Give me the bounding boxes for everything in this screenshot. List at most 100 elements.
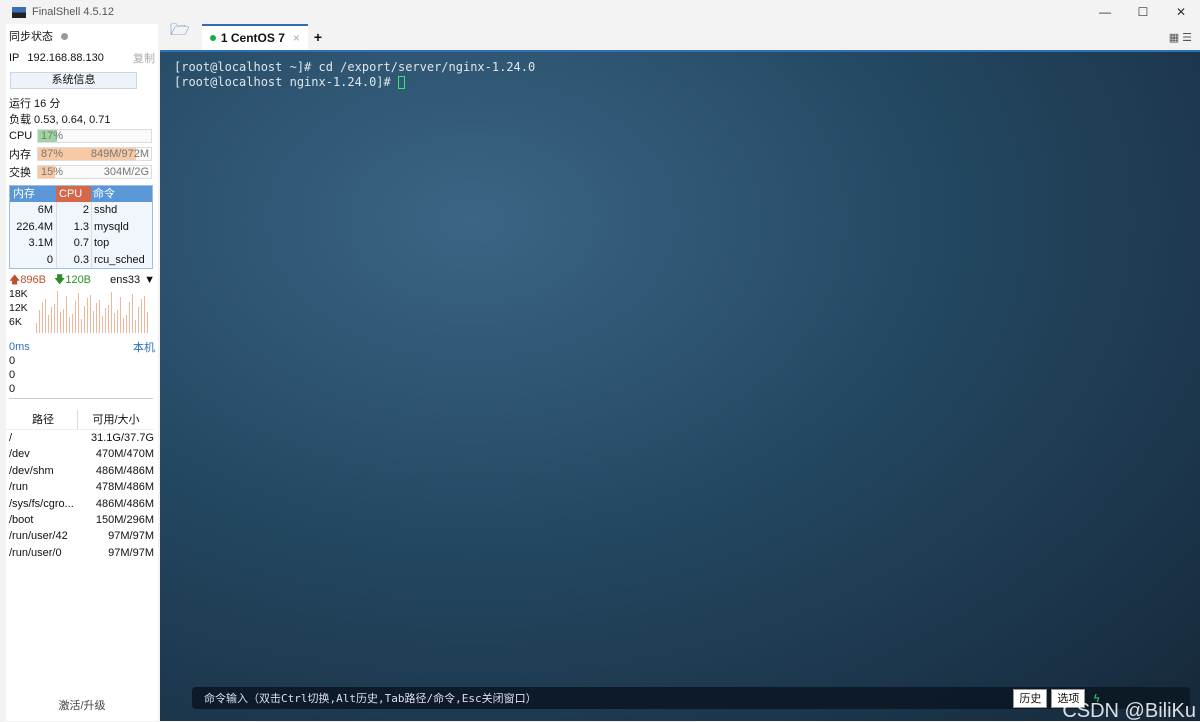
net-bar xyxy=(45,299,46,333)
layout-grid-icon[interactable]: ▦ ☰ xyxy=(1169,31,1192,44)
disk-size: 31.1G/37.7G xyxy=(91,432,154,444)
swap-bar: 15% 304M/2G xyxy=(37,165,152,179)
disk-row[interactable]: /dev 470M/470M xyxy=(6,446,154,462)
disk-path: /dev xyxy=(9,448,30,461)
interface-select[interactable]: ens33 xyxy=(110,274,140,286)
disk-path: / xyxy=(9,432,13,444)
net-bar xyxy=(135,320,136,333)
net-bar xyxy=(96,303,97,333)
download-icon: 🡇 xyxy=(54,273,66,286)
download-rate: 120B xyxy=(65,274,92,286)
maximize-button[interactable]: ☐ xyxy=(1124,5,1162,19)
copy-ip-button[interactable]: 复制 xyxy=(133,50,155,66)
net-bar xyxy=(90,295,91,333)
net-bar xyxy=(117,310,118,333)
process-row[interactable]: 0 0.3 rcu_sched xyxy=(10,251,152,268)
ping-value: 0 xyxy=(9,383,16,395)
memory-bar: 87% 849M/972M xyxy=(37,147,152,161)
swap-label: 交换 xyxy=(9,167,31,179)
terminal[interactable]: [root@localhost ~]# cd /export/server/ng… xyxy=(160,52,1200,721)
ping-value: 0 xyxy=(9,355,16,367)
tab-centos-7[interactable]: 1 CentOS 7 × xyxy=(201,24,308,50)
cpu-bar: 17% xyxy=(37,129,152,143)
app-icon xyxy=(12,6,26,18)
disk-size: 486M/486M xyxy=(95,497,154,510)
net-bar xyxy=(57,291,58,333)
net-bar xyxy=(42,302,43,333)
net-bar xyxy=(39,310,40,333)
net-bar xyxy=(108,305,109,333)
process-row[interactable]: 6M 2 sshd xyxy=(10,202,152,219)
disk-row[interactable]: /run/user/42 97M/97M xyxy=(6,528,154,544)
disk-row[interactable]: /run/user/0 97M/97M xyxy=(6,545,154,561)
col-cpu[interactable]: CPU xyxy=(56,186,91,202)
col-command[interactable]: 命令 xyxy=(91,186,152,202)
net-bar xyxy=(48,315,49,333)
net-bar xyxy=(120,297,121,333)
activate-upgrade-link[interactable]: 激活/升级 xyxy=(6,697,158,713)
disk-size: 97M/97M xyxy=(108,546,154,559)
net-bar xyxy=(78,293,79,333)
net-tick: 18K xyxy=(9,288,28,300)
cpu-percent: 17% xyxy=(41,130,64,142)
net-bar xyxy=(84,306,85,333)
net-bar xyxy=(51,307,52,333)
disk-row[interactable]: / 31.1G/37.7G xyxy=(6,430,154,446)
memory-percent: 87% xyxy=(41,148,64,160)
ip-address: 192.168.88.130 xyxy=(27,52,104,64)
folder-icon[interactable]: 🗁 xyxy=(170,19,190,46)
tab-close-icon[interactable]: × xyxy=(293,31,300,45)
process-row[interactable]: 3.1M 0.7 top xyxy=(10,235,152,252)
net-bar xyxy=(126,315,127,333)
net-bar xyxy=(69,317,70,333)
net-bar xyxy=(93,311,94,333)
process-cpu: 2 xyxy=(56,202,91,219)
connected-dot-icon xyxy=(209,35,216,41)
net-bar xyxy=(102,316,103,333)
process-cpu: 0.7 xyxy=(56,235,91,252)
net-bar xyxy=(60,312,61,333)
disk-row[interactable]: /run 478M/486M xyxy=(6,479,154,495)
disk-size: 150M/296M xyxy=(95,513,154,526)
swap-value: 304M/2G xyxy=(103,166,149,178)
net-bar xyxy=(66,296,67,333)
terminal-line: [root@localhost ~]# cd /export/server/ng… xyxy=(174,60,536,74)
net-bar xyxy=(132,294,133,333)
ping-host[interactable]: 本机 xyxy=(133,339,155,355)
disk-row[interactable]: /boot 150M/296M xyxy=(6,512,154,528)
disk-row[interactable]: /sys/fs/cgro... 486M/486M xyxy=(6,496,154,512)
process-command: top xyxy=(91,235,152,252)
memory-value: 849M/972M xyxy=(90,148,149,160)
col-memory[interactable]: 内存 xyxy=(10,186,56,202)
command-input-bar[interactable]: 命令输入（双击Ctrl切换,Alt历史,Tab路径/命令,Esc关闭窗口） 历史… xyxy=(192,687,1190,709)
net-bar xyxy=(138,307,139,333)
memory-label: 内存 xyxy=(9,149,31,161)
window-title: FinalShell 4.5.12 xyxy=(32,6,114,18)
upload-rate: 896B xyxy=(20,274,47,286)
disk-path: /sys/fs/cgro... xyxy=(9,497,74,510)
col-path[interactable]: 路径 xyxy=(6,410,78,429)
net-bar xyxy=(81,319,82,333)
chevron-down-icon[interactable]: ▼ xyxy=(144,274,155,286)
history-button[interactable]: 历史 xyxy=(1013,688,1048,708)
terminal-cursor xyxy=(397,76,405,89)
network-chart xyxy=(36,291,148,333)
disk-row[interactable]: /dev/shm 486M/486M xyxy=(6,463,154,479)
process-memory: 3.1M xyxy=(28,237,53,249)
add-tab-button[interactable]: + xyxy=(314,29,322,45)
process-row[interactable]: 226.4M 1.3 mysqld xyxy=(10,218,152,235)
disk-table: 路径 可用/大小 / 31.1G/37.7G/dev 470M/470M/dev/sh… xyxy=(6,410,154,561)
col-size[interactable]: 可用/大小 xyxy=(78,410,154,429)
process-cpu: 0.3 xyxy=(56,251,91,268)
net-bar xyxy=(141,299,142,333)
process-cpu: 1.3 xyxy=(56,218,91,235)
process-command: rcu_sched xyxy=(91,251,152,268)
watermark: CSDN @BiliKu xyxy=(1062,700,1196,722)
disk-size: 486M/486M xyxy=(95,464,154,477)
sidebar: 同步状态 IP 192.168.88.130 复制 系统信息 运行 16 分 负载 … xyxy=(6,24,158,721)
net-bar xyxy=(123,318,124,333)
minimize-button[interactable]: — xyxy=(1086,5,1124,19)
system-info-button[interactable]: 系统信息 xyxy=(10,72,137,89)
disk-path: /boot xyxy=(9,513,34,526)
close-button[interactable]: ✕ xyxy=(1162,5,1200,19)
